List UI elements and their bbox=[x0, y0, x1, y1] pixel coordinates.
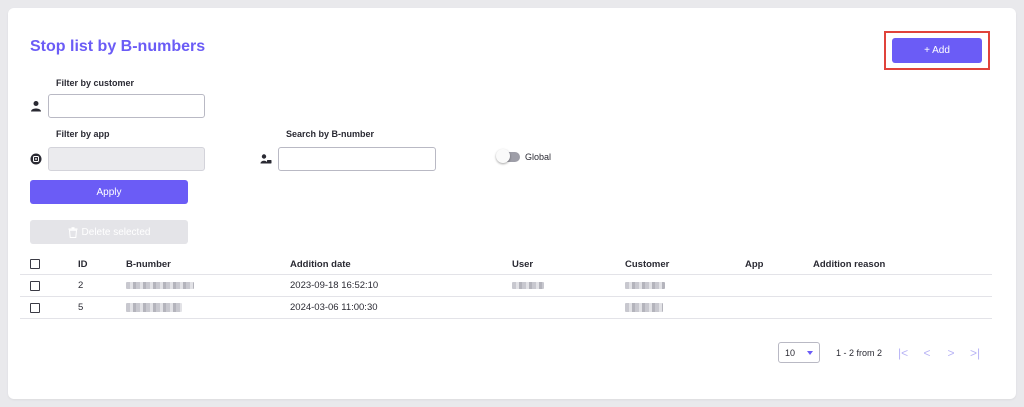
row-id: 2 bbox=[78, 280, 84, 291]
column-header-customer[interactable]: Customer bbox=[625, 254, 669, 274]
caret-down-icon bbox=[807, 350, 813, 355]
customer-filter-input[interactable] bbox=[48, 94, 205, 118]
next-page-icon[interactable]: > bbox=[944, 346, 958, 360]
bnumber-redacted bbox=[126, 303, 182, 312]
user-search-icon bbox=[260, 154, 272, 164]
page-title: Stop list by B-numbers bbox=[30, 38, 206, 55]
stop-list-card: Stop list by B-numbers + Add Filter by c… bbox=[8, 8, 1016, 399]
global-toggle-track[interactable] bbox=[496, 149, 520, 163]
column-header-app[interactable]: App bbox=[745, 254, 763, 274]
user-icon bbox=[31, 101, 41, 112]
column-header-addition-reason[interactable]: Addition reason bbox=[813, 254, 885, 274]
page-size-select[interactable]: 10 bbox=[778, 342, 820, 363]
filter-app-label: Filter by app bbox=[56, 129, 110, 139]
table-row[interactable]: 2 2023-09-18 16:52:10 bbox=[20, 275, 992, 297]
stop-list-table: ID B-number Addition date User Customer … bbox=[20, 254, 992, 319]
first-page-icon[interactable]: |< bbox=[896, 346, 910, 360]
column-header-bnumber[interactable]: B-number bbox=[126, 254, 171, 274]
select-all-checkbox[interactable] bbox=[30, 259, 40, 269]
bnumber-search-input[interactable] bbox=[278, 147, 436, 171]
bnumber-redacted bbox=[126, 282, 194, 289]
global-toggle[interactable]: Global bbox=[496, 149, 552, 163]
add-button[interactable]: + Add bbox=[892, 38, 982, 63]
customer-redacted bbox=[625, 282, 665, 289]
pagination-range: 1 - 2 from 2 bbox=[836, 347, 883, 358]
last-page-icon[interactable]: >| bbox=[968, 346, 982, 360]
column-header-user[interactable]: User bbox=[512, 254, 533, 274]
column-header-addition-date[interactable]: Addition date bbox=[290, 254, 351, 274]
delete-selected-label: Delete selected bbox=[81, 226, 151, 238]
row-addition-date: 2023-09-18 16:52:10 bbox=[290, 280, 379, 291]
column-header-id[interactable]: ID bbox=[78, 254, 88, 274]
apply-button[interactable]: Apply bbox=[30, 180, 188, 204]
delete-selected-button[interactable]: Delete selected bbox=[30, 220, 188, 244]
user-redacted bbox=[512, 282, 544, 289]
trash-icon bbox=[68, 226, 78, 238]
customer-redacted bbox=[625, 303, 663, 312]
app-filter-input[interactable] bbox=[48, 147, 205, 171]
global-toggle-knob[interactable] bbox=[496, 149, 510, 163]
row-checkbox[interactable] bbox=[30, 280, 40, 291]
row-id: 5 bbox=[78, 302, 84, 313]
row-checkbox[interactable] bbox=[30, 302, 40, 313]
prev-page-icon[interactable]: < bbox=[920, 346, 934, 360]
search-bnumber-label: Search by B-number bbox=[286, 129, 375, 139]
app-icon bbox=[30, 153, 42, 165]
table-row[interactable]: 5 2024-03-06 11:00:30 bbox=[20, 297, 992, 319]
table-header-row: ID B-number Addition date User Customer … bbox=[20, 254, 992, 275]
page-size-value: 10 bbox=[785, 347, 796, 358]
add-button-highlight: + Add bbox=[884, 31, 990, 70]
global-toggle-label: Global bbox=[525, 152, 552, 162]
pagination: 10 1 - 2 from 2 |< < > >| bbox=[778, 342, 982, 363]
row-addition-date: 2024-03-06 11:00:30 bbox=[290, 302, 378, 313]
filter-customer-label: Filter by customer bbox=[56, 78, 135, 88]
